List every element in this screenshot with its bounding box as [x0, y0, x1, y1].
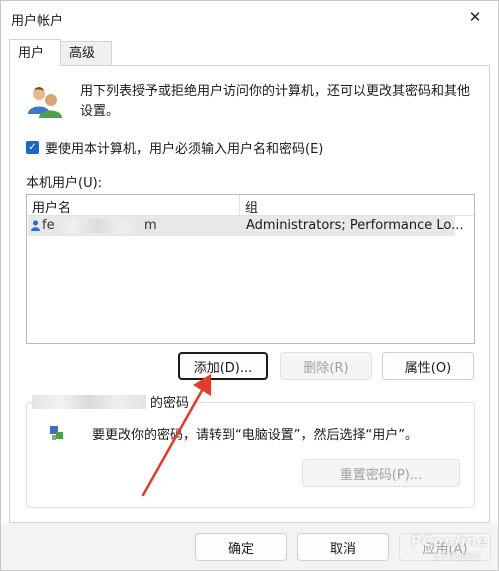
cancel-button[interactable]: 取消 — [297, 533, 389, 561]
watermark-logo: PConline — [410, 534, 488, 550]
add-user-label: 添加(D)... — [193, 360, 253, 376]
password-group-label: 的密码 — [32, 392, 194, 411]
redacted-account-name — [32, 394, 146, 409]
ok-button[interactable]: 确定 — [195, 533, 287, 561]
password-group-suffix: 的密码 — [150, 396, 190, 411]
reset-password-label: 重置密码(P)... — [339, 467, 423, 483]
column-header-group[interactable]: 组 — [245, 197, 258, 216]
user-name-start: fe — [42, 218, 55, 233]
require-login-checkbox[interactable]: ✓ 要使用本计算机，用户必须输入用户名和密码(E) — [26, 138, 323, 157]
remove-user-label: 删除(R) — [303, 360, 349, 376]
close-button[interactable]: ✕ — [452, 1, 498, 33]
window-title: 用户帐户 — [11, 14, 64, 29]
require-login-label: 要使用本计算机，用户必须输入用户名和密码(E) — [45, 142, 324, 157]
redacted-username — [54, 219, 150, 233]
close-icon: ✕ — [468, 8, 482, 26]
title-bar: 用户帐户 ✕ — [1, 1, 498, 37]
remove-user-button[interactable]: 删除(R) — [280, 352, 372, 380]
intro-text: 用下列表授予或拒绝用户访问你的计算机，还可以更改其密码和其他设置。 — [80, 84, 471, 119]
properties-label: 属性(O) — [404, 360, 452, 376]
user-group: Administrators; Performance Lo... — [246, 218, 464, 233]
properties-button[interactable]: 属性(O) — [382, 352, 474, 380]
password-groupbox — [26, 402, 475, 508]
watermark-subtitle: 太平洋电脑网 — [432, 552, 480, 561]
reset-password-button[interactable]: 重置密码(P)... — [302, 459, 460, 487]
user-name-end: m — [144, 218, 157, 233]
tab-advanced-label: 高级 — [69, 46, 96, 61]
user-accounts-dialog: 用户帐户 ✕ 用户 高级 用下列表授予或拒绝用户访问你的计算机，还可以更改其密码… — [0, 0, 499, 571]
tab-users-label: 用户 — [18, 46, 45, 61]
user-icon — [31, 220, 40, 231]
tab-users[interactable]: 用户 — [9, 39, 61, 66]
password-instructions: 要更改你的密码，请转到“电脑设置”，然后选择“用户”。 — [92, 428, 418, 443]
users-list-label: 本机用户(U): — [26, 176, 103, 191]
ok-label: 确定 — [227, 541, 254, 557]
add-user-button[interactable]: 添加(D)... — [178, 352, 268, 380]
column-divider[interactable] — [239, 195, 240, 215]
checkmark-icon: ✓ — [26, 141, 39, 154]
users-listview[interactable]: 用户名 组 fe m Administrators; Performance L… — [26, 194, 475, 344]
user-row[interactable]: fe m Administrators; Performance Lo... — [28, 216, 464, 236]
column-header-username[interactable]: 用户名 — [32, 197, 71, 216]
listview-header: 用户名 组 — [27, 195, 474, 216]
tab-advanced[interactable]: 高级 — [60, 41, 112, 65]
users-tab-panel: 用下列表授予或拒绝用户访问你的计算机，还可以更改其密码和其他设置。 ✓ 要使用本… — [9, 65, 490, 523]
key-icon — [50, 426, 63, 440]
users-icon — [28, 87, 62, 118]
cancel-label: 取消 — [329, 541, 356, 557]
